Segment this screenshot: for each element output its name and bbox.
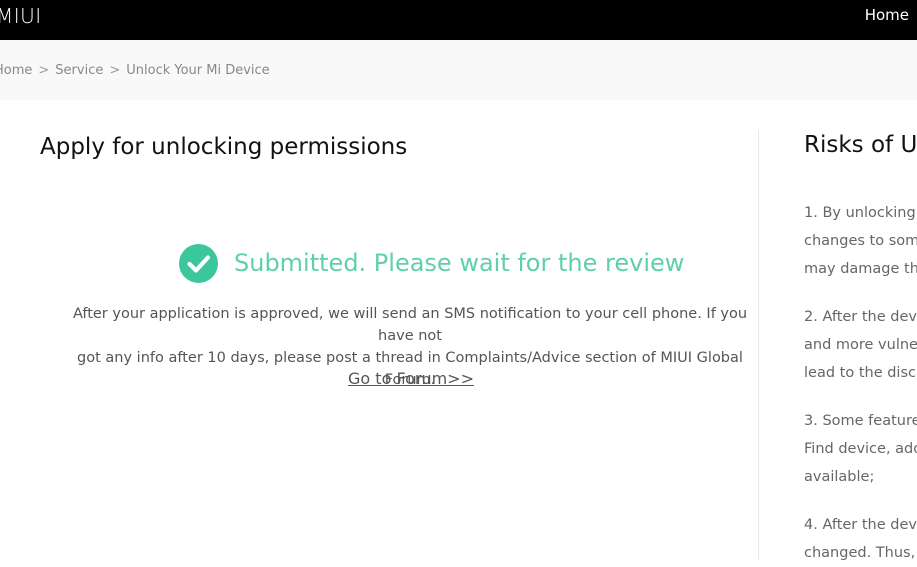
check-circle-icon [179,244,218,283]
approval-info-line: After your application is approved, we w… [72,306,748,344]
breadcrumb-separator: > [109,63,121,78]
risk-text-line: available; [804,469,875,485]
risk-text-line: 3. Some features [804,413,917,429]
go-to-forum-link[interactable]: Go to Forum>> [260,368,562,390]
risk-text-line: and more vulnera [804,337,917,353]
risk-text-line: may damage the [804,261,917,277]
risk-item-3: 3. Some features Find device, adde avail… [804,407,917,491]
page-title: Apply for unlocking permissions [40,134,408,160]
risks-title: Risks of Ur [804,132,917,158]
risk-text-line: changed. Thus, y [804,545,917,561]
risk-text-line: 2. After the devic [804,309,917,325]
nav-home-link[interactable]: Home [865,6,909,24]
risk-text-line: Find device, adde [804,441,917,457]
risk-text-line: changes to some [804,233,917,249]
top-navbar: MIUI Home [0,0,917,40]
breadcrumb-home[interactable]: Home [0,63,32,78]
breadcrumb-separator: > [38,63,50,78]
breadcrumb-current: Unlock Your Mi Device [126,63,270,78]
column-divider [758,130,759,560]
breadcrumb-service[interactable]: Service [55,63,103,78]
breadcrumb: Home > Service > Unlock Your Mi Device [0,63,270,79]
risk-text-line: 1. By unlocking th [804,205,917,221]
risk-item-1: 1. By unlocking th changes to some may d… [804,199,917,283]
risk-text-line: lead to the disclo [804,365,917,381]
risk-item-4: 4. After the devic changed. Thus, y [804,511,917,567]
risk-text-line: 4. After the devic [804,517,917,533]
status-message: Submitted. Please wait for the review [234,249,685,277]
breadcrumb-bar: Home > Service > Unlock Your Mi Device [0,40,917,100]
miui-logo[interactable]: MIUI [0,4,42,28]
risk-item-2: 2. After the devic and more vulnera lead… [804,303,917,387]
